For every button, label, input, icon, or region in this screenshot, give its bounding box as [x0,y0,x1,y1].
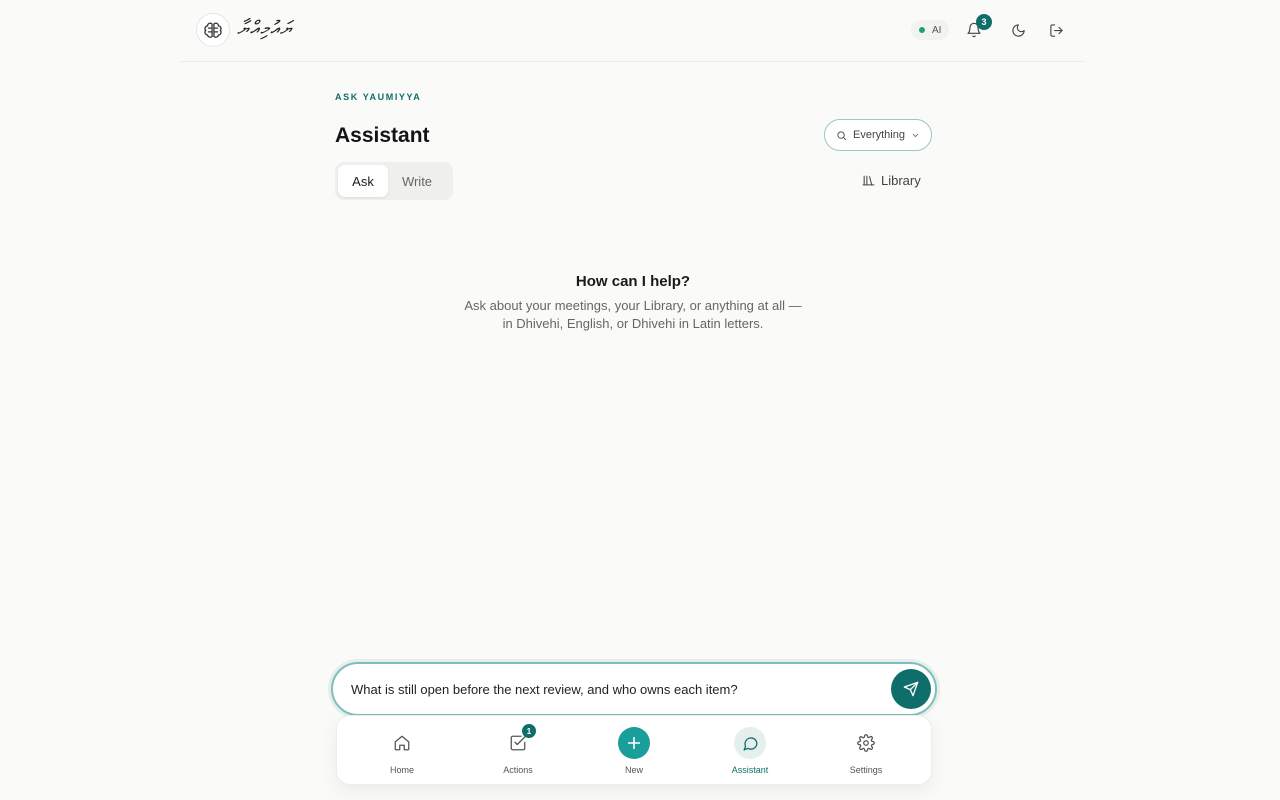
moon-icon [1011,23,1025,37]
status-dot-icon [919,27,925,33]
chevron-down-icon [912,133,919,137]
actions-count-badge: 1 [522,724,536,738]
nav-label-settings: Settings [849,765,883,775]
library-link[interactable]: Library [862,173,921,188]
theme-toggle-button[interactable] [1008,20,1028,40]
notifications-button[interactable]: 3 [964,14,992,40]
message-composer [331,662,937,716]
page-eyebrow: ASK YAUMIYYA [335,92,422,102]
logout-icon [1049,23,1063,37]
checkbox-icon: 1 [502,724,536,759]
library-label: Library [881,173,921,188]
scope-select[interactable]: Everything [824,119,932,151]
top-header: ޔައުމިއްޔާ AI 3 [180,0,1086,62]
brain-logo-icon[interactable] [196,13,230,47]
page-title: Assistant [335,124,430,147]
empty-state-line-1: Ask about your meetings, your Library, o… [464,298,802,313]
tab-ask[interactable]: Ask [338,165,388,197]
scope-select-value: Everything [853,129,905,141]
send-icon [903,681,919,697]
nav-item-settings[interactable]: Settings [811,716,921,786]
nav-label-new: New [624,765,643,775]
nav-item-assistant[interactable]: Assistant [695,716,805,786]
library-icon [862,175,875,186]
search-icon [837,130,847,140]
tab-write[interactable]: Write [388,165,446,197]
nav-label-actions: Actions [503,765,533,775]
empty-state-description: Ask about your meetings, your Library, o… [435,297,831,333]
nav-label-home: Home [389,765,414,775]
message-input[interactable] [351,679,881,699]
brand-wordmark: ޔައުމިއްޔާ [237,16,293,40]
nav-item-new[interactable]: New [579,716,689,786]
logout-button[interactable] [1046,20,1066,40]
chat-bubble-icon [734,727,766,759]
send-button[interactable] [891,669,931,709]
home-icon [386,727,418,759]
nav-item-actions[interactable]: 1 Actions [463,716,573,786]
mode-tabs: Ask Write [335,162,453,200]
ai-status-label: AI [932,24,942,36]
ai-status-badge: AI [911,20,950,40]
notification-count-badge: 3 [976,14,992,30]
plus-icon [618,727,650,759]
empty-state-title: How can I help? [575,273,691,290]
empty-state-line-2: in Dhivehi, English, or Dhivehi in Latin… [502,316,764,331]
bottom-nav: Home 1 Actions New Assistant Settings [336,715,932,785]
nav-label-assistant: Assistant [731,765,769,775]
gear-icon [850,727,882,759]
nav-item-home[interactable]: Home [347,716,457,786]
